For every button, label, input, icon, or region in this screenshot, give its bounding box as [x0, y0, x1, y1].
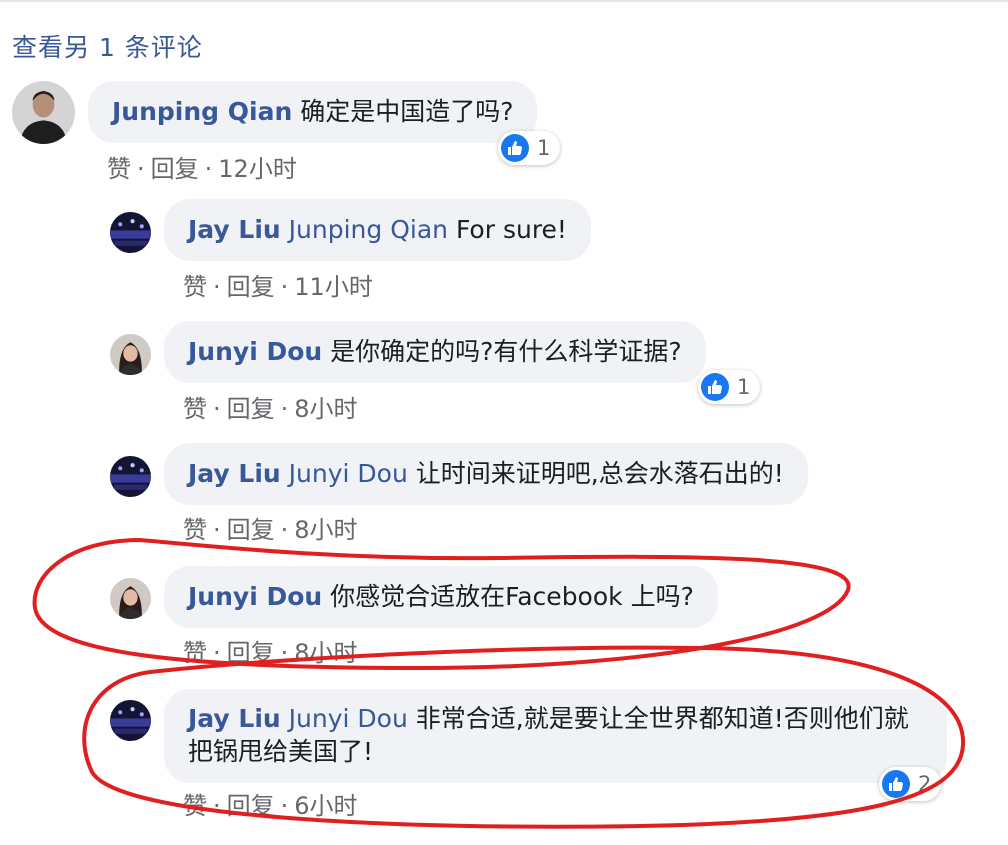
like-button[interactable]: 赞 [183, 639, 207, 667]
female-portrait-avatar[interactable] [110, 334, 151, 375]
concert-stage-avatar[interactable] [110, 212, 151, 253]
comment-actions: 赞 · 回复 · 12小时 [107, 155, 297, 183]
comment-author[interactable]: Jay Liu [188, 215, 281, 244]
comment-bubble: Jay Liu Junyi Dou 让时间来证明吧,总会水落石出的! [164, 443, 808, 505]
comment-bubble: Jay Liu Junping Qian For sure! [164, 199, 591, 261]
top-divider [0, 0, 1008, 2]
male-portrait-avatar[interactable] [12, 81, 75, 144]
comment-actions: 赞 · 回复 · 6小时 [183, 792, 358, 820]
reply-button[interactable]: 回复 [227, 395, 275, 423]
comment-author[interactable]: Junyi Dou [188, 582, 322, 611]
comment-author[interactable]: Jay Liu [188, 459, 281, 488]
comment-timestamp[interactable]: 8小时 [294, 639, 357, 667]
comment-text: For sure! [455, 215, 567, 244]
comment-timestamp[interactable]: 12小时 [218, 155, 297, 183]
reply-button[interactable]: 回复 [227, 639, 275, 667]
reply-button[interactable]: 回复 [227, 273, 275, 301]
comment-timestamp[interactable]: 8小时 [294, 395, 357, 423]
reply-button[interactable]: 回复 [151, 155, 199, 183]
comment-bubble: Junyi Dou 你感觉合适放在Facebook 上吗? [164, 566, 718, 628]
comment-actions: 赞 · 回复 · 11小时 [183, 273, 373, 301]
comment-text: 你感觉合适放在Facebook 上吗? [330, 582, 694, 611]
comment-text: 确定是中国造了吗? [300, 97, 514, 126]
reaction-count-badge[interactable]: 2 [879, 767, 942, 801]
comment-actions: 赞 · 回复 · 8小时 [183, 639, 358, 667]
reaction-count-badge[interactable]: 1 [698, 370, 761, 404]
like-button[interactable]: 赞 [183, 273, 207, 301]
reaction-count-badge[interactable]: 1 [498, 131, 561, 165]
reaction-count: 1 [537, 136, 551, 160]
mention-link[interactable]: Junyi Dou [289, 459, 408, 488]
comment-timestamp[interactable]: 8小时 [294, 516, 357, 544]
view-more-comments-link[interactable]: 查看另 1 条评论 [12, 28, 203, 64]
concert-stage-avatar[interactable] [110, 700, 151, 741]
like-button[interactable]: 赞 [183, 792, 207, 820]
comment-author[interactable]: Jay Liu [188, 704, 281, 733]
comment-text: 是你确定的吗?有什么科学证据? [330, 337, 682, 366]
like-thumb-icon [701, 373, 729, 401]
comment-bubble: Junyi Dou 是你确定的吗?有什么科学证据? [164, 321, 706, 383]
like-button[interactable]: 赞 [183, 395, 207, 423]
mention-link[interactable]: Junyi Dou [289, 704, 408, 733]
reaction-count: 2 [918, 772, 932, 796]
reply-button[interactable]: 回复 [227, 792, 275, 820]
like-thumb-icon [882, 770, 910, 798]
like-thumb-icon [501, 134, 529, 162]
comment-timestamp[interactable]: 11小时 [294, 273, 373, 301]
comment-actions: 赞 · 回复 · 8小时 [183, 516, 358, 544]
concert-stage-avatar[interactable] [110, 456, 151, 497]
comment-actions: 赞 · 回复 · 8小时 [183, 395, 358, 423]
reply-button[interactable]: 回复 [227, 516, 275, 544]
like-button[interactable]: 赞 [107, 155, 131, 183]
comment-author[interactable]: Junyi Dou [188, 337, 322, 366]
comment-text: 让时间来证明吧,总会水落石出的! [415, 459, 784, 488]
mention-link[interactable]: Junping Qian [289, 215, 448, 244]
comment-bubble: Jay Liu Junyi Dou 非常合适,就是要让全世界都知道!否则他们就把… [164, 689, 947, 783]
comment-timestamp[interactable]: 6小时 [294, 792, 357, 820]
comment-author[interactable]: Junping Qian [112, 97, 292, 126]
comment-bubble: Junping Qian 确定是中国造了吗? [88, 81, 538, 143]
like-button[interactable]: 赞 [183, 516, 207, 544]
female-portrait-avatar[interactable] [110, 578, 151, 619]
reaction-count: 1 [737, 375, 751, 399]
